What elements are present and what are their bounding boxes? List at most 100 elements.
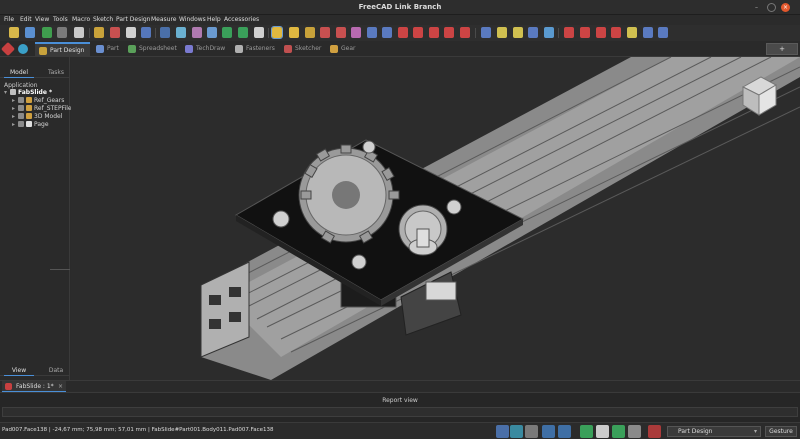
clone-icon[interactable] (544, 27, 554, 38)
fit-selection-icon[interactable] (238, 27, 248, 38)
folder-icon (26, 105, 32, 111)
part-icon[interactable] (289, 27, 299, 38)
tree-item-3d-model[interactable]: ▸ 3D Model (12, 113, 62, 121)
menu-measure[interactable]: Measure (151, 16, 177, 23)
pocket-icon[interactable] (351, 27, 361, 38)
menu-macro[interactable]: Macro (72, 16, 90, 23)
clipping-icon[interactable] (192, 27, 202, 38)
tab-spreadsheet[interactable]: Spreadsheet (124, 42, 183, 56)
tab-techdraw[interactable]: TechDraw (181, 42, 231, 56)
menu-help[interactable]: Help (207, 16, 221, 23)
macro-edit-icon[interactable] (126, 27, 136, 38)
subtractive-loft-icon[interactable] (444, 27, 454, 38)
workbench-selector[interactable]: Part Design ▾ (667, 426, 761, 437)
thickness-icon[interactable] (611, 27, 621, 38)
fillet-icon[interactable] (564, 27, 574, 38)
create-sketch-icon[interactable] (305, 27, 315, 38)
eye-icon[interactable] (18, 105, 24, 111)
tree-item-fabslide[interactable]: ▾ FabSlide * (4, 89, 52, 97)
redo-icon[interactable] (57, 27, 67, 38)
menu-tools[interactable]: Tools (53, 16, 68, 23)
view-right-icon[interactable] (596, 425, 609, 438)
view-left-icon[interactable] (580, 425, 593, 438)
eye-icon[interactable] (18, 113, 24, 119)
view-isometric-icon[interactable] (542, 425, 555, 438)
shape-binder-icon[interactable] (528, 27, 538, 38)
additive-loft-icon[interactable] (413, 27, 423, 38)
datum-line-icon[interactable] (497, 27, 507, 38)
cursor-icon[interactable] (74, 27, 84, 38)
tree-item-label: FabSlide * (18, 89, 53, 96)
tab-part-design[interactable]: Part Design (35, 42, 91, 56)
polar-pattern-icon[interactable] (658, 27, 668, 38)
menu-edit[interactable]: Edit (20, 16, 32, 23)
menu-part-design[interactable]: Part Design (116, 16, 150, 23)
validate-sketch-icon[interactable] (320, 27, 330, 38)
menu-windows[interactable]: Windows (179, 16, 206, 23)
tab-view[interactable]: View (4, 365, 34, 376)
eye-icon[interactable] (18, 121, 24, 127)
macro-stop-icon[interactable] (110, 27, 120, 38)
macro-run-icon[interactable] (141, 27, 151, 38)
std-view-icon[interactable] (207, 27, 217, 38)
menu-view[interactable]: View (35, 16, 49, 23)
tab-model[interactable]: Model (4, 67, 34, 78)
navigation-style-button[interactable]: Gesture (765, 426, 797, 437)
status-message: Pad007.Face138 | -24,67 mm; 75,98 mm; 57… (2, 427, 274, 433)
body-icon[interactable] (271, 26, 283, 39)
menu-accessories[interactable]: Accessories (224, 16, 259, 23)
datum-plane-icon[interactable] (481, 27, 491, 38)
tab-sketcher[interactable]: Sketcher (280, 42, 327, 56)
datum-point-icon[interactable] (513, 27, 523, 38)
maximize-button[interactable] (767, 3, 776, 12)
view-fit-icon[interactable] (496, 425, 509, 438)
revolution-icon[interactable] (367, 27, 377, 38)
eye-icon[interactable] (18, 97, 24, 103)
open-document-icon[interactable] (25, 27, 35, 38)
menu-sketch[interactable]: Sketch (93, 16, 113, 23)
report-view-output[interactable] (2, 407, 798, 417)
measure-icon[interactable] (648, 425, 661, 438)
draft-icon[interactable] (596, 27, 606, 38)
close-button[interactable]: × (781, 3, 790, 12)
3d-viewport[interactable] (71, 57, 800, 380)
tab-data[interactable]: Data (44, 365, 68, 376)
additive-pipe-icon[interactable] (429, 27, 439, 38)
add-workbench-button[interactable]: + (766, 43, 798, 55)
subtractive-pipe-icon[interactable] (460, 27, 470, 38)
document-icon (10, 89, 16, 95)
view-rear-icon[interactable] (628, 425, 641, 438)
tab-fabslide[interactable]: FabSlide : 1* × (2, 381, 66, 392)
tab-part[interactable]: Part (92, 42, 125, 56)
tab-fasteners[interactable]: Fasteners (231, 42, 281, 56)
fit-all-icon[interactable] (222, 27, 232, 38)
minimize-button[interactable]: – (752, 3, 761, 12)
panel-splitter[interactable] (50, 269, 70, 270)
macro-record-icon[interactable] (94, 27, 104, 38)
linear-pattern-icon[interactable] (643, 27, 653, 38)
part-design-icon (39, 47, 47, 55)
tab-tasks[interactable]: Tasks (44, 67, 68, 78)
tree-item-ref-gears[interactable]: ▸ Ref_Gears (12, 97, 64, 105)
close-tab-icon[interactable]: × (58, 381, 63, 392)
view-axonometric-icon[interactable] (510, 425, 523, 438)
measure-icon[interactable] (176, 27, 186, 38)
start-icon[interactable] (18, 44, 28, 54)
view-zoom-icon[interactable] (525, 425, 538, 438)
model-render[interactable] (71, 57, 800, 380)
chamfer-icon[interactable] (580, 27, 590, 38)
new-document-icon[interactable] (9, 27, 19, 38)
undo-icon[interactable] (42, 27, 52, 38)
groove-icon[interactable] (382, 27, 392, 38)
hole-icon[interactable] (398, 27, 408, 38)
menu-file[interactable]: File (4, 16, 14, 23)
mirrored-icon[interactable] (627, 27, 637, 38)
tree-item-ref-stepfiles[interactable]: ▸ Ref_STEPFiles (12, 105, 75, 113)
tree-item-page[interactable]: ▸ Page (12, 121, 49, 129)
link-icon[interactable] (160, 27, 170, 38)
view-top-icon[interactable] (612, 425, 625, 438)
tab-gear[interactable]: Gear (326, 42, 361, 56)
view-front-icon[interactable] (558, 425, 571, 438)
draw-style-icon[interactable] (254, 27, 264, 38)
pad-icon[interactable] (336, 27, 346, 38)
